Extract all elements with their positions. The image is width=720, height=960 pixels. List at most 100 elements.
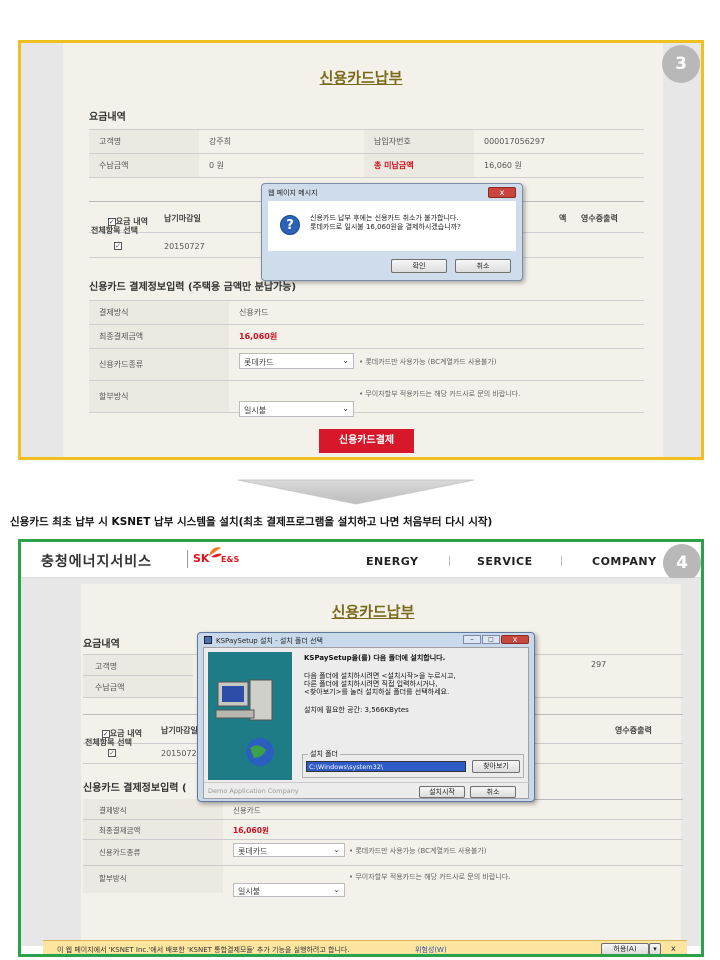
step-badge: 3 <box>662 45 700 83</box>
final-amount-label: 최종결제금액 <box>89 324 229 349</box>
card-type-select[interactable]: 롯데카드 ⌄ <box>233 843 345 857</box>
nav-service[interactable]: SERVICE <box>477 555 533 568</box>
card-type-label: 신용카드종류 <box>89 348 229 381</box>
card-type-note: • 롯데카드만 사용가능 (BC계열카드 사용불가) <box>349 847 487 855</box>
addon-infobar: 이 웹 페이지에서 'KSNET Inc.'에서 배포한 'KSNET 통합결제… <box>43 940 687 954</box>
install-start-button[interactable]: 설치시작 <box>419 786 465 798</box>
cancel-button[interactable]: 취소 <box>455 259 511 273</box>
unpaid-value: 16,060 원 <box>474 153 644 178</box>
chevron-down-icon: ⌄ <box>333 845 340 854</box>
section-payinfo-title: 신용카드 결제정보입력 ( <box>83 783 187 794</box>
table-row: 결제방식 신용카드 <box>89 300 644 325</box>
nav-company[interactable]: COMPANY <box>592 555 657 568</box>
billing-table: 고객명 강주희 납입자번호 000017056297 수납금액 0 원 총 미납… <box>89 129 644 178</box>
dialog-title: 웹 페이지 메시지 <box>268 189 318 197</box>
close-button[interactable]: x <box>501 635 529 644</box>
amount-label: 수납금액 <box>83 676 193 698</box>
final-amount-value: 16,060원 <box>229 324 644 349</box>
table-row: 고객명 강주희 납입자번호 000017056297 <box>89 129 644 154</box>
due-date-header: 납기마감일 <box>161 726 198 735</box>
card-type-label: 신용카드종류 <box>99 848 141 857</box>
step-caption: 신용카드 최초 납부 시 KSNET 납부 시스템을 설치(최초 결제프로그램을… <box>10 516 493 528</box>
pay-card-button[interactable]: 신용카드결제 <box>319 429 414 453</box>
due-date-header: 납기마감일 <box>164 214 201 223</box>
final-amount-label: 최종결제금액 <box>99 826 141 835</box>
infobar-close-button[interactable]: x <box>671 944 676 953</box>
chevron-down-icon: ⌄ <box>333 885 340 894</box>
customer-label: 고객명 <box>83 654 193 676</box>
installment-select[interactable]: 일시불 ⌄ <box>239 401 354 417</box>
page-title: 신용카드납부 <box>319 69 403 87</box>
method-label: 결제방식 <box>99 806 127 815</box>
allow-button[interactable]: 허용(A) <box>601 943 649 954</box>
customer-label: 고객명 <box>89 129 199 154</box>
section-billing-title: 요금내역 <box>83 639 120 650</box>
allow-dropdown-button[interactable]: ▾ <box>649 943 661 954</box>
method-value: 신용카드 <box>233 806 261 815</box>
panel-step-4: 충청에너지서비스 SK E&S ENERGY SERVICE COMPANY 4… <box>18 539 704 957</box>
folder-input[interactable]: C:\Windows\system32\ <box>306 761 466 772</box>
dialog-message-line2: 롯데카드로 일시불 16,060원을 결제하시겠습니까? <box>310 223 461 231</box>
payer-no-value-fragment: 297 <box>591 660 607 669</box>
installment-note: • 무이자할부 적용카드는 해당 카드사로 문의 바랍니다. <box>349 873 511 881</box>
nav-energy[interactable]: ENERGY <box>366 555 418 568</box>
table-row: 최종결제금액 16,060원 <box>89 324 644 349</box>
payer-no-label: 납입자번호 <box>364 129 474 154</box>
installment-label: 할부방식 <box>99 874 127 883</box>
site-logo[interactable]: 충청에너지서비스 <box>41 551 152 571</box>
question-icon: ? <box>280 215 300 235</box>
amount-value: 0 원 <box>199 153 364 178</box>
setup-line4: <찾아보기>를 눌러 설치하실 폴더를 선택하세요. <box>304 688 450 696</box>
close-button[interactable]: x <box>488 187 516 198</box>
row-due-date: 2015072 <box>161 749 197 758</box>
method-label: 결제방식 <box>89 300 229 325</box>
select-all-checkbox[interactable]: ✓ <box>107 218 116 226</box>
card-type-select[interactable]: 롯데카드 ⌄ <box>239 353 354 369</box>
installment-note: • 무이자할부 적용카드는 해당 카드사로 문의 바랍니다. <box>359 390 521 398</box>
section-billing-title: 요금내역 <box>89 112 126 123</box>
select-all-checkbox[interactable]: ✓ <box>101 730 110 738</box>
setup-line3: 다른 폴더에 설치하시려면 직접 입력하시거나, <box>304 680 438 688</box>
panel-step-3: 3 신용카드납부 요금내역 고객명 강주희 납입자번호 000017056297… <box>18 40 704 460</box>
setup-line1: KSPaySetup을(를) 다음 폴더에 설치합니다. <box>304 654 446 662</box>
payer-no-value: 000017056297 <box>474 129 644 154</box>
browse-button[interactable]: 찾아보기 <box>472 760 520 773</box>
receipt-header: 영수증출력 <box>615 726 652 735</box>
dialog-body: KSPaySetup을(를) 다음 폴더에 설치합니다. 다음 폴더에 설치하시… <box>203 647 530 799</box>
ok-button[interactable]: 확인 <box>391 259 447 273</box>
minimize-button[interactable]: – <box>463 635 481 644</box>
dialog-body: ? 신용카드 납부 후에는 신용카드 취소가 불가합니다. 롯데카드로 일시불 … <box>268 201 516 251</box>
infobar-risk-link[interactable]: 위험성(W) <box>415 945 447 954</box>
app-icon <box>204 636 212 644</box>
amount-label: 수납금액 <box>89 153 199 178</box>
installment-label: 할부방식 <box>89 380 229 413</box>
folder-label: 설치 폴더 <box>308 750 340 758</box>
setup-footer: Demo Application Company <box>208 787 299 795</box>
setup-line2: 다음 폴더에 설치하시려면 <설치시작>을 누르시고, <box>304 672 456 680</box>
card-type-note: • 롯데카드만 사용가능 (BC계열카드 사용불가) <box>359 358 497 366</box>
dialog-title: KSPaySetup 설치 - 설치 폴더 선택 <box>216 637 323 645</box>
setup-dialog: KSPaySetup 설치 - 설치 폴더 선택 – □ x KSPaySetu… <box>197 632 535 802</box>
receipt-header: 영수증출력 <box>581 214 618 223</box>
chevron-down-icon: ⌄ <box>342 356 349 365</box>
setup-space: 설치에 필요한 공간: 3,566KBytes <box>304 706 409 714</box>
table-row: 수납금액 0 원 총 미납금액 16,060 원 <box>89 153 644 178</box>
row-checkbox[interactable]: ✓ <box>108 749 116 757</box>
amount-header-fragment: 액 <box>559 214 567 223</box>
final-amount-value: 16,060원 <box>233 826 269 835</box>
dialog-message-line1: 신용카드 납부 후에는 신용카드 취소가 불가합니다. <box>310 214 459 222</box>
row-checkbox[interactable]: ✓ <box>114 242 122 250</box>
computer-illustration-icon <box>208 652 292 780</box>
infobar-message: 이 웹 페이지에서 'KSNET Inc.'에서 배포한 'KSNET 통합결제… <box>57 946 350 954</box>
installment-select[interactable]: 일시불 ⌄ <box>233 883 345 897</box>
unpaid-label: 총 미납금액 <box>364 153 474 178</box>
setup-cancel-button[interactable]: 취소 <box>470 786 516 798</box>
step-badge: 4 <box>663 544 701 582</box>
customer-value: 강주희 <box>199 129 364 154</box>
confirm-dialog: 웹 페이지 메시지 x ? 신용카드 납부 후에는 신용카드 취소가 불가합니다… <box>261 183 523 281</box>
down-arrow-shape <box>238 479 474 505</box>
page-title: 신용카드납부 <box>331 603 415 621</box>
maximize-button[interactable]: □ <box>482 635 500 644</box>
site-header: 충청에너지서비스 SK E&S ENERGY SERVICE COMPANY <box>21 542 701 578</box>
method-value: 신용카드 <box>229 300 644 325</box>
